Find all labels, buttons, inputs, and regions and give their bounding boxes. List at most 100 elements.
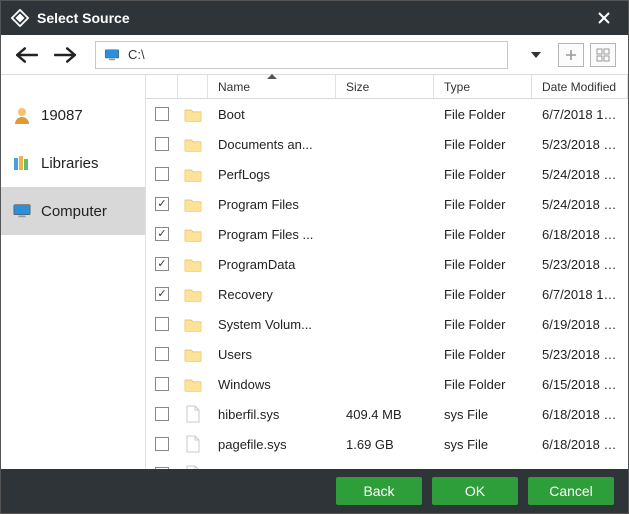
column-header-size[interactable]: Size (336, 75, 434, 98)
grid-icon (596, 48, 610, 62)
table-row[interactable]: Documents an... File Folder5/23/2018 2:47… (146, 129, 628, 159)
sidebar-item-label: Libraries (41, 155, 99, 172)
cell-type: File Folder (434, 167, 532, 182)
row-checkbox[interactable] (155, 167, 169, 181)
app-icon (11, 9, 29, 27)
cell-date: 5/23/2018 11:5... (532, 347, 628, 362)
new-folder-button[interactable] (558, 43, 584, 67)
row-checkbox[interactable] (155, 227, 169, 241)
folder-icon (184, 137, 202, 152)
row-checkbox[interactable] (155, 287, 169, 301)
sidebar-item-computer[interactable]: Computer (1, 187, 145, 235)
row-checkbox[interactable] (155, 467, 169, 469)
cell-date: 6/7/2018 1:20 AM (532, 287, 628, 302)
cell-name: pagefile.sys (208, 437, 336, 452)
cell-size: 409.4 MB (336, 407, 434, 422)
cell-name: Program Files ... (208, 227, 336, 242)
table-row[interactable]: System Volum... File Folder6/19/2018 1:10… (146, 309, 628, 339)
folder-icon (184, 257, 202, 272)
cell-name: Recovery (208, 287, 336, 302)
cell-size: 1.69 GB (336, 437, 434, 452)
cell-type: File Folder (434, 347, 532, 362)
table-row[interactable]: PerfLogsFile Folder5/24/2018 2:10 ... (146, 159, 628, 189)
row-checkbox[interactable] (155, 317, 169, 331)
cancel-button[interactable]: Cancel (528, 477, 614, 505)
file-icon (186, 465, 200, 469)
dialog-title: Select Source (37, 10, 130, 26)
column-header-type[interactable]: Type (434, 75, 532, 98)
column-header-name[interactable]: Name (208, 75, 336, 98)
path-text: C:\ (128, 47, 145, 62)
cell-type: File Folder (434, 317, 532, 332)
row-checkbox[interactable] (155, 347, 169, 361)
table-row[interactable]: Recovery File Folder6/7/2018 1:20 AM (146, 279, 628, 309)
back-button[interactable]: Back (336, 477, 422, 505)
cell-name: Windows (208, 377, 336, 392)
cell-date: 5/24/2018 2:10 ... (532, 167, 628, 182)
path-input[interactable]: C:\ (95, 41, 508, 69)
table-row[interactable]: hiberfil.sys409.4 MBsys File6/18/2018 10… (146, 399, 628, 429)
cell-type: File Folder (434, 107, 532, 122)
ok-button[interactable]: OK (432, 477, 518, 505)
sidebar-item-libraries[interactable]: Libraries (1, 139, 145, 187)
close-icon (597, 11, 611, 25)
cell-name: System Volum... (208, 317, 336, 332)
navigation-bar: C:\ (1, 35, 628, 75)
table-row[interactable] (146, 459, 628, 469)
folder-icon (184, 227, 202, 242)
row-checkbox[interactable] (155, 407, 169, 421)
file-list[interactable]: BootFile Folder6/7/2018 1:19 AMDocuments… (146, 99, 628, 469)
cell-date: 6/18/2018 10:2... (532, 437, 628, 452)
sidebar: 19087 Libraries Computer (1, 75, 146, 469)
cell-name: Documents an... (208, 137, 336, 152)
cell-type: File Folder (434, 197, 532, 212)
row-checkbox[interactable] (155, 377, 169, 391)
row-checkbox[interactable] (155, 257, 169, 271)
view-mode-button[interactable] (590, 43, 616, 67)
cell-date: 5/24/2018 12:3... (532, 197, 628, 212)
table-row[interactable]: WindowsFile Folder6/15/2018 12:5... (146, 369, 628, 399)
sidebar-item-user[interactable]: 19087 (1, 91, 145, 139)
cell-date: 6/19/2018 1:10 ... (532, 317, 628, 332)
table-row[interactable]: UsersFile Folder5/23/2018 11:5... (146, 339, 628, 369)
cell-type: File Folder (434, 287, 532, 302)
cell-name: hiberfil.sys (208, 407, 336, 422)
cell-name: Program Files (208, 197, 336, 212)
title-bar: Select Source (1, 1, 628, 35)
path-dropdown-button[interactable] (524, 52, 548, 58)
column-header-icon (178, 75, 208, 98)
cell-date: 6/18/2018 10:3... (532, 227, 628, 242)
row-checkbox[interactable] (155, 197, 169, 211)
cell-date: 6/7/2018 1:19 AM (532, 107, 628, 122)
row-checkbox[interactable] (155, 107, 169, 121)
close-button[interactable] (590, 4, 618, 32)
file-list-header: Name Size Type Date Modified (146, 75, 628, 99)
sidebar-item-label: Computer (41, 203, 107, 220)
forward-nav-button[interactable] (51, 41, 79, 69)
table-row[interactable]: pagefile.sys1.69 GBsys File6/18/2018 10:… (146, 429, 628, 459)
sidebar-item-label: 19087 (41, 107, 83, 124)
user-icon (13, 106, 31, 124)
table-row[interactable]: Program Files File Folder5/24/2018 12:3..… (146, 189, 628, 219)
cell-type: File Folder (434, 137, 532, 152)
table-row[interactable]: Program Files ... File Folder6/18/2018 10… (146, 219, 628, 249)
back-nav-button[interactable] (13, 41, 41, 69)
row-checkbox[interactable] (155, 437, 169, 451)
cell-date: 5/23/2018 12:1... (532, 257, 628, 272)
column-header-name-label: Name (218, 80, 250, 94)
file-icon (186, 435, 200, 453)
column-header-checkbox[interactable] (146, 75, 178, 98)
cell-type: sys File (434, 437, 532, 452)
folder-icon (184, 377, 202, 392)
cell-date: 5/23/2018 2:47 ... (532, 137, 628, 152)
table-row[interactable]: ProgramDataFile Folder5/23/2018 12:1... (146, 249, 628, 279)
arrow-right-icon (54, 47, 76, 63)
footer: Back OK Cancel (1, 469, 628, 513)
table-row[interactable]: BootFile Folder6/7/2018 1:19 AM (146, 99, 628, 129)
cell-type: File Folder (434, 227, 532, 242)
chevron-down-icon (531, 52, 541, 58)
column-header-type-label: Type (444, 80, 470, 94)
column-header-date[interactable]: Date Modified (532, 75, 628, 98)
plus-icon (565, 49, 577, 61)
row-checkbox[interactable] (155, 137, 169, 151)
